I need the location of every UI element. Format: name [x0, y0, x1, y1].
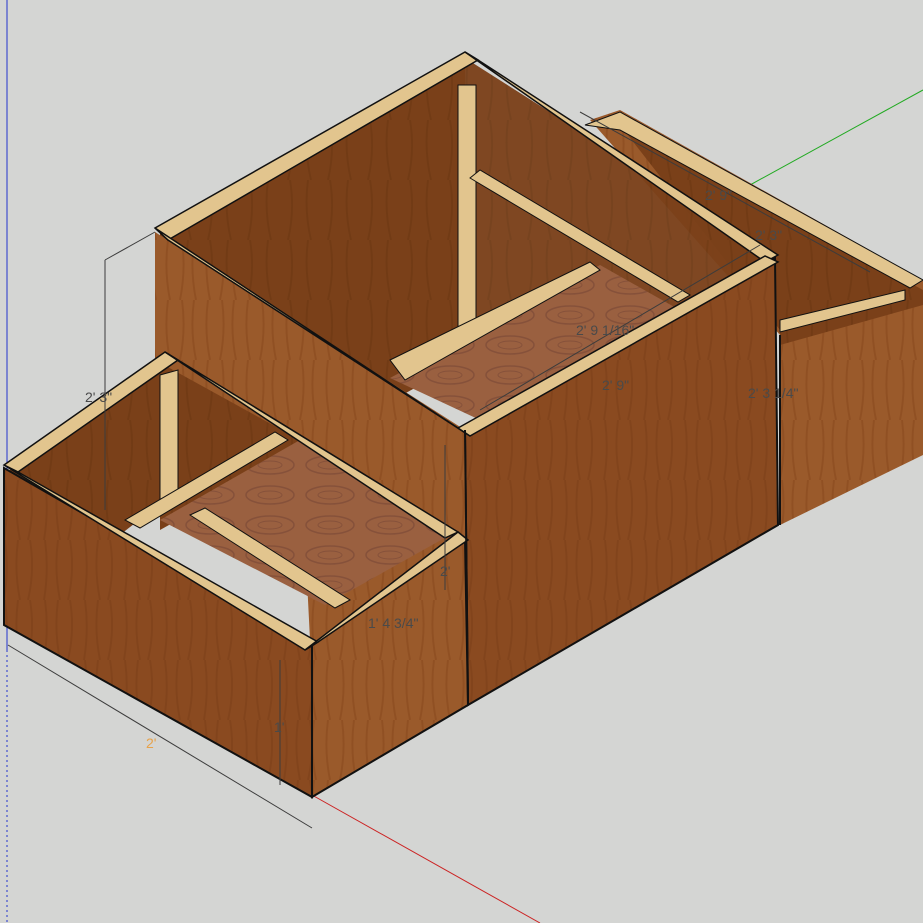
dim-total-height: 2' 3" — [85, 389, 112, 405]
dim-right-height: 2' 3 1/4" — [748, 385, 798, 401]
dim-top-depth: 2' 9" — [705, 187, 732, 203]
dim-inner-length: 2' 9 1/16" — [576, 322, 634, 338]
dim-base-width: 2' — [146, 735, 156, 751]
model-canvas[interactable]: 2' 3" 2' 9" 2' 3" 2' 9 1/16" 2' 9" 2' 3 … — [0, 0, 923, 923]
dim-small-gap: 2' 3" — [755, 227, 782, 243]
green-axis — [749, 89, 923, 186]
dim-low-height: 1' — [274, 719, 284, 735]
modeling-viewport[interactable]: 2' 3" 2' 9" 2' 3" 2' 9 1/16" 2' 9" 2' 3 … — [0, 0, 923, 923]
dim-low-depth: 1' 4 3/4" — [368, 615, 418, 631]
dim-front-length: 2' 9" — [602, 377, 629, 393]
red-axis — [311, 794, 541, 923]
dim-step-height: 2' — [440, 563, 450, 579]
